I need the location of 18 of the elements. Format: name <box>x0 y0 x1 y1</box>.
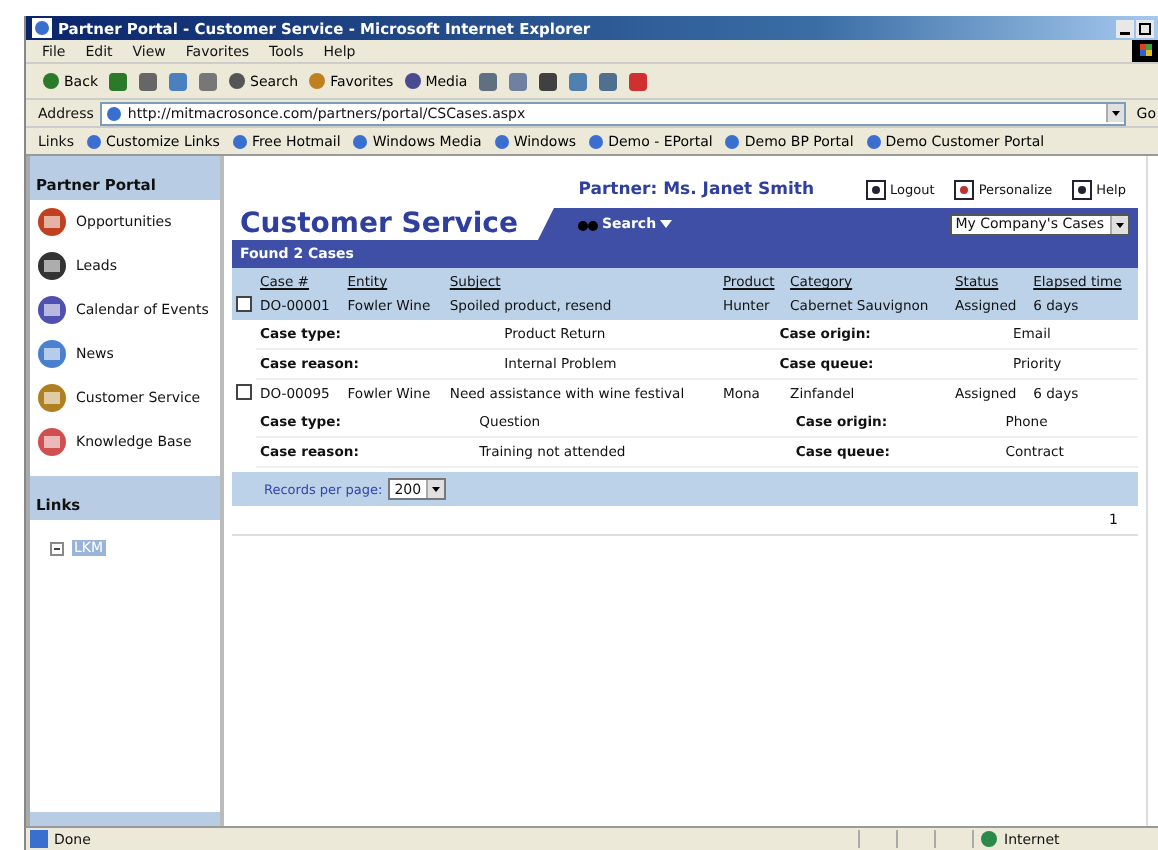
expand-icon[interactable] <box>50 541 64 555</box>
browser-icon <box>32 18 52 38</box>
user-name: Partner: Ms. Janet Smith <box>578 180 815 200</box>
round-icon <box>42 72 60 90</box>
caret-icon[interactable] <box>1106 104 1125 122</box>
row-checkbox[interactable] <box>236 384 252 400</box>
caret-icon[interactable] <box>425 480 444 498</box>
round-icon <box>308 72 327 90</box>
row-checkbox[interactable] <box>236 296 252 312</box>
caret-icon <box>660 220 673 228</box>
round-icon <box>228 72 246 90</box>
round-icon <box>403 72 422 90</box>
minimize-icon[interactable] <box>1116 19 1134 37</box>
maximize-icon[interactable] <box>1136 19 1154 37</box>
windows-logo-icon <box>1132 40 1158 62</box>
caret-icon[interactable] <box>1110 215 1128 233</box>
page-title: Customer Service <box>238 208 520 240</box>
binoculars-icon <box>577 216 598 232</box>
